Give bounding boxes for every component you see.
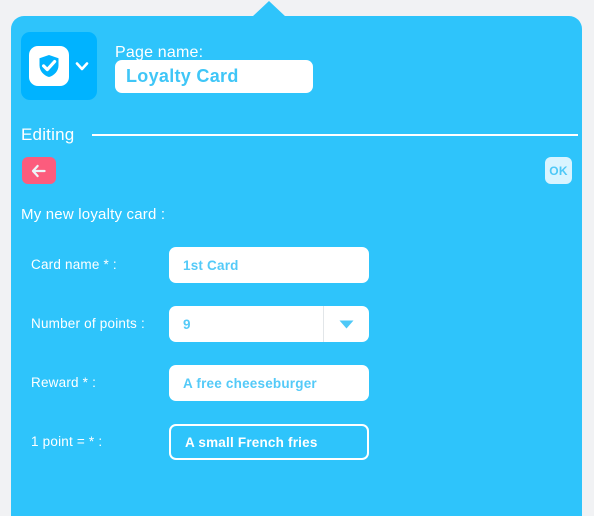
- divider-line: [92, 134, 578, 136]
- one-point-equals-input[interactable]: [169, 424, 369, 460]
- field-control-one-point-equals: [169, 424, 369, 460]
- page-type-selector[interactable]: [21, 32, 97, 100]
- form-row-card-name: Card name * :: [11, 238, 582, 297]
- page-name-input[interactable]: [115, 60, 313, 93]
- field-label-number-of-points: Number of points :: [31, 316, 145, 331]
- reward-input[interactable]: [169, 365, 369, 401]
- form-row-reward: Reward * :: [11, 356, 582, 415]
- field-label-one-point-equals: 1 point = * :: [31, 434, 103, 449]
- arrow-left-icon: [30, 163, 48, 179]
- section-title: My new loyalty card :: [21, 206, 166, 223]
- loyalty-card-editor-screen: Page name: Editing OK My new loyalty car…: [0, 0, 594, 516]
- card-name-input[interactable]: [169, 247, 369, 283]
- field-label-card-name: Card name * :: [31, 257, 117, 272]
- number-of-points-value: 9: [183, 316, 191, 332]
- field-control-card-name: [169, 247, 369, 283]
- form-row-number-of-points: Number of points : 9: [11, 297, 582, 356]
- shield-check-icon: [28, 46, 69, 86]
- editing-divider-row: Editing: [11, 120, 582, 150]
- editing-label: Editing: [21, 125, 75, 144]
- field-control-reward: [169, 365, 369, 401]
- field-label-reward: Reward * :: [31, 375, 97, 390]
- panel-pointer-notch: [252, 1, 286, 17]
- editor-panel: Page name: Editing OK My new loyalty car…: [11, 16, 582, 516]
- field-control-number-of-points: 9: [169, 306, 369, 342]
- panel-header: Page name:: [11, 16, 582, 106]
- back-button[interactable]: [22, 157, 56, 184]
- triangle-down-icon[interactable]: [323, 306, 369, 342]
- number-of-points-select[interactable]: 9: [169, 306, 369, 342]
- form-row-one-point-equals: 1 point = * :: [11, 415, 582, 474]
- loyalty-card-form: Card name * : Number of points : 9: [11, 238, 582, 474]
- chevron-down-icon: [74, 58, 90, 74]
- ok-button[interactable]: OK: [545, 157, 572, 184]
